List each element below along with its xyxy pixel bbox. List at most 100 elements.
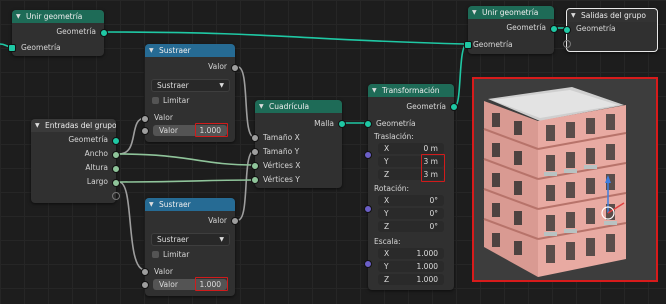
- value-field-label: Valor: [159, 126, 178, 135]
- input-vertices-x-socket[interactable]: [251, 162, 259, 170]
- input-geometry-socket[interactable]: [364, 120, 372, 128]
- input-value-socket-1[interactable]: [141, 268, 149, 276]
- output-largo-socket[interactable]: [112, 179, 120, 187]
- scale-socket[interactable]: [364, 260, 372, 268]
- operation-dropdown[interactable]: Sustraer ▼: [151, 79, 230, 92]
- scale-y-field[interactable]: Y 1.000: [378, 261, 444, 272]
- subtract-header[interactable]: ▼ Sustraer: [145, 44, 235, 57]
- operation-dropdown[interactable]: Sustraer ▼: [151, 233, 230, 246]
- transform-node[interactable]: ▼ Transformación Geometría Geometría Tras…: [364, 84, 458, 290]
- join-geometry-node[interactable]: ▼ Unir geometría Geometría Geometría: [8, 10, 108, 56]
- clamp-label: Limitar: [163, 96, 190, 105]
- group-output-header[interactable]: ▼ Salidas del grupo: [567, 9, 657, 22]
- input-vertices-y-socket[interactable]: [251, 176, 259, 184]
- clamp-checkbox[interactable]: [152, 251, 159, 258]
- translation-socket[interactable]: [364, 151, 372, 159]
- chevron-down-icon: ▼: [219, 82, 224, 89]
- node-title: Transformación: [382, 86, 440, 95]
- collapse-chevron-icon[interactable]: ▼: [16, 10, 21, 23]
- output-mesh-socket[interactable]: [338, 120, 346, 128]
- grid-node[interactable]: ▼ Cuadrícula Malla Tamaño X Tamaño Y Vért…: [251, 100, 346, 188]
- input-geometry-socket[interactable]: [8, 44, 16, 52]
- join-geometry-node-right[interactable]: ▼ Unir geometría Geometría Geometría: [464, 6, 558, 54]
- subtract-node-top[interactable]: ▼ Sustraer Valor Sustraer ▼ Limitar Valor …: [141, 44, 239, 142]
- node-title: Sustraer: [159, 200, 191, 209]
- input-value-socket-2[interactable]: [141, 281, 149, 289]
- output-geometry-socket[interactable]: [100, 29, 108, 37]
- output-geometry-label: Geometría: [406, 102, 446, 111]
- axis-label: Z: [384, 222, 390, 231]
- input-geometry-label: Geometría: [473, 40, 513, 49]
- node-title: Salidas del grupo: [581, 11, 646, 20]
- collapse-chevron-icon[interactable]: ▼: [571, 9, 576, 22]
- node-title: Unir geometría: [26, 12, 83, 21]
- output-value-label: Valor: [208, 62, 227, 71]
- output-geometry-socket[interactable]: [550, 25, 558, 33]
- input-size-x-label: Tamaño X: [263, 133, 300, 142]
- input-geometry-socket[interactable]: [464, 41, 472, 49]
- axis-label: Y: [384, 157, 389, 166]
- scale-z-field[interactable]: Z 1.000: [378, 274, 444, 285]
- input-geometry-label: Geometría: [21, 43, 61, 52]
- node-title: Unir geometría: [482, 8, 539, 17]
- output-value-socket[interactable]: [231, 64, 239, 72]
- output-geometry-label: Geometría: [56, 27, 96, 36]
- scale-label: Escala:: [374, 237, 401, 246]
- rotation-z-field[interactable]: Z 0°: [378, 221, 444, 232]
- input-size-y-label: Tamaño Y: [263, 147, 300, 156]
- collapse-chevron-icon[interactable]: ▼: [259, 100, 264, 113]
- collapse-chevron-icon[interactable]: ▼: [35, 119, 40, 132]
- rotation-x-field[interactable]: X 0°: [378, 195, 444, 206]
- rotation-y-field[interactable]: Y 0°: [378, 208, 444, 219]
- group-input-header[interactable]: ▼ Entradas del grupo: [31, 119, 116, 132]
- axis-label: Y: [384, 209, 389, 218]
- join-geometry-header[interactable]: ▼ Unir geometría: [468, 6, 554, 19]
- grid-header[interactable]: ▼ Cuadrícula: [255, 100, 342, 113]
- output-value-socket[interactable]: [231, 217, 239, 225]
- input-empty-socket[interactable]: [563, 40, 571, 48]
- join-geometry-header[interactable]: ▼ Unir geometría: [12, 10, 104, 23]
- subtract-node-bottom[interactable]: ▼ Sustraer Valor Sustraer ▼ Limitar Valor …: [141, 198, 239, 296]
- output-ancho-socket[interactable]: [112, 151, 120, 159]
- input-vertices-y-label: Vértices Y: [263, 175, 300, 184]
- output-mesh-label: Malla: [314, 119, 334, 128]
- input-geometry-label: Geometría: [576, 24, 616, 33]
- input-size-y-socket[interactable]: [251, 148, 259, 156]
- clamp-checkbox[interactable]: [152, 97, 159, 104]
- rotation-socket[interactable]: [364, 205, 372, 213]
- node-title: Sustraer: [159, 46, 191, 55]
- chevron-down-icon: ▼: [219, 236, 224, 243]
- input-size-x-socket[interactable]: [251, 134, 259, 142]
- subtract-header[interactable]: ▼ Sustraer: [145, 198, 235, 211]
- input-value-socket-2[interactable]: [141, 127, 149, 135]
- translation-label: Traslación:: [374, 132, 414, 141]
- group-output-node[interactable]: ▼ Salidas del grupo Geometría: [563, 8, 658, 52]
- output-geometry-label: Geometría: [506, 23, 546, 32]
- collapse-chevron-icon[interactable]: ▼: [372, 84, 377, 97]
- input-geometry-label: Geometría: [376, 119, 416, 128]
- node-title: Entradas del grupo: [45, 121, 116, 130]
- rotation-label: Rotación:: [374, 184, 410, 193]
- viewport-3d[interactable]: [472, 77, 658, 282]
- collapse-chevron-icon[interactable]: ▼: [149, 198, 154, 211]
- input-value-socket-1[interactable]: [141, 115, 149, 123]
- axis-label: Y: [384, 262, 389, 271]
- output-empty-socket[interactable]: [112, 192, 120, 200]
- scale-x-field[interactable]: X 1.000: [378, 248, 444, 259]
- group-input-node[interactable]: ▼ Entradas del grupo Geometría Ancho Altu…: [31, 119, 120, 203]
- input-geometry-socket[interactable]: [563, 26, 571, 34]
- axis-label: X: [384, 196, 390, 205]
- output-geometry-socket[interactable]: [112, 137, 120, 145]
- collapse-chevron-icon[interactable]: ▼: [149, 44, 154, 57]
- input-vertices-x-label: Vértices X: [263, 161, 301, 170]
- output-geometry-socket[interactable]: [450, 103, 458, 111]
- output-altura-socket[interactable]: [112, 165, 120, 173]
- highlight-box: [421, 154, 445, 182]
- axis-value: 0°: [429, 196, 438, 205]
- output-largo-label: Largo: [86, 177, 108, 186]
- collapse-chevron-icon[interactable]: ▼: [472, 6, 477, 19]
- building-render: [483, 87, 627, 277]
- translation-x-field[interactable]: X 0 m: [378, 143, 444, 154]
- transform-header[interactable]: ▼ Transformación: [368, 84, 454, 97]
- axis-value: 1.000: [416, 262, 438, 271]
